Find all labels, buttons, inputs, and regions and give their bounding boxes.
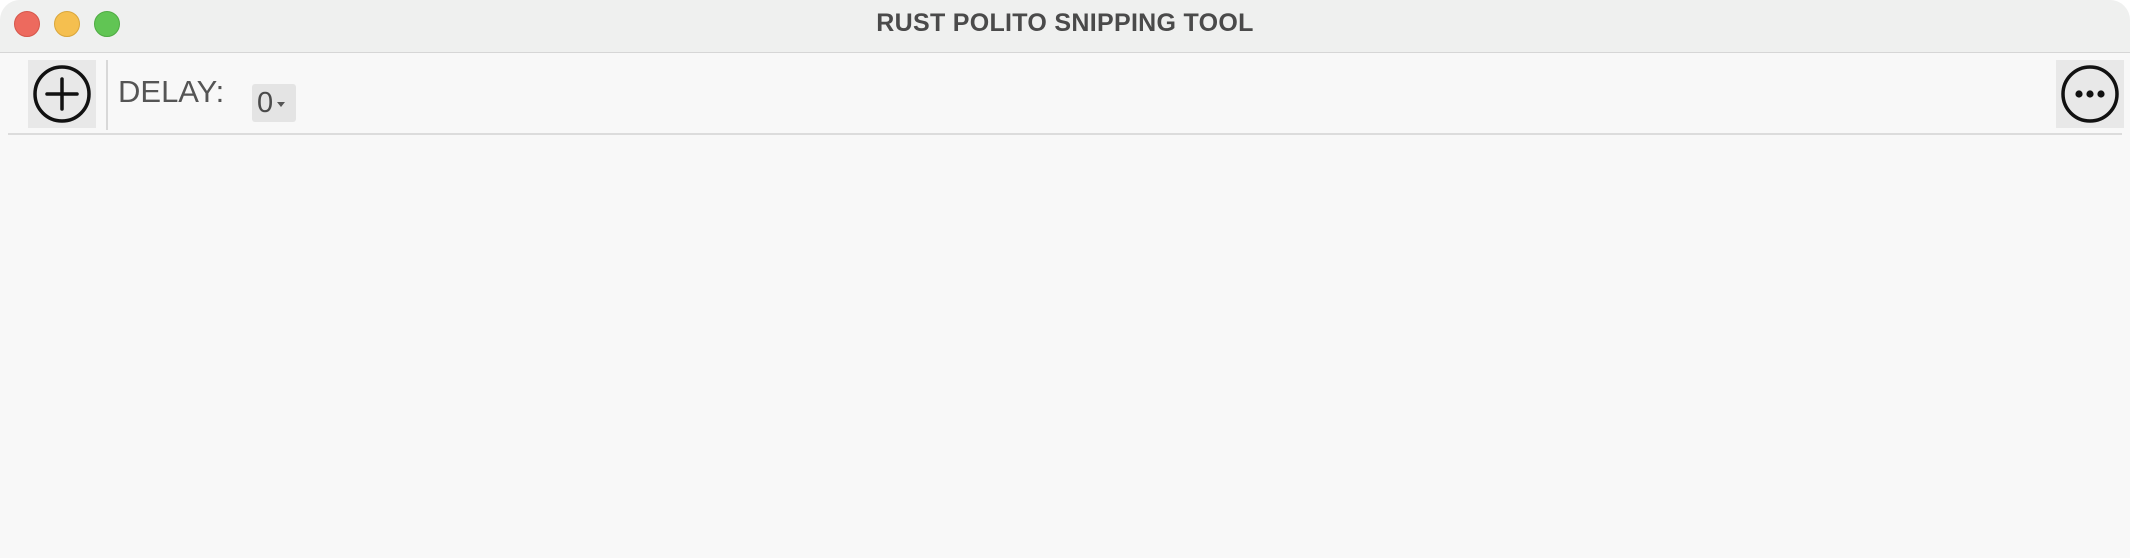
plus-circle-icon (32, 64, 92, 124)
new-capture-button[interactable] (28, 60, 96, 128)
toolbar-divider (106, 60, 108, 130)
capture-area (0, 136, 2130, 558)
window-title: RUST POLITO SNIPPING TOOL (876, 9, 1254, 37)
delay-label: DELAY: (118, 74, 225, 109)
chevron-down-icon (277, 102, 286, 107)
toolbar: DELAY: 0 (8, 58, 2124, 135)
ellipsis-circle-icon (2060, 64, 2120, 124)
app-window: RUST POLITO SNIPPING TOOL DELAY: 0 (0, 0, 2130, 558)
more-options-button[interactable] (2056, 60, 2124, 128)
delay-select[interactable]: 0 (252, 84, 296, 122)
title-bar: RUST POLITO SNIPPING TOOL (0, 0, 2130, 53)
delay-selected-value: 0 (257, 87, 274, 119)
